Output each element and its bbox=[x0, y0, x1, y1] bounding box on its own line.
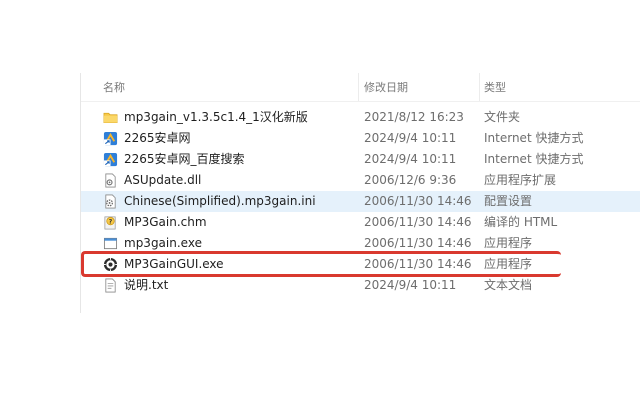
file-name: MP3GainGUI.exe bbox=[124, 257, 224, 271]
file-row[interactable]: mp3gain_v1.3.5c1.4_1汉化新版 2021/8/12 16:23 文… bbox=[81, 107, 640, 128]
folder-icon bbox=[103, 110, 118, 125]
column-divider[interactable] bbox=[479, 73, 480, 101]
mp3gain-app-icon bbox=[103, 257, 118, 272]
file-row[interactable]: ASUpdate.dll 2006/12/6 9:36 应用程序扩展 bbox=[81, 170, 640, 191]
file-name: mp3gain.exe bbox=[124, 236, 202, 250]
file-modified-date: 2006/11/30 14:46 bbox=[364, 236, 472, 250]
file-modified-date: 2021/8/12 16:23 bbox=[364, 110, 464, 124]
file-list: mp3gain_v1.3.5c1.4_1汉化新版 2021/8/12 16:23 文… bbox=[81, 107, 640, 296]
file-type: 应用程序 bbox=[484, 236, 533, 250]
file-name: Chinese(Simplified).mp3gain.ini bbox=[124, 194, 316, 208]
file-name: 2265安卓网_百度搜索 bbox=[124, 152, 245, 166]
chm-icon: ? bbox=[103, 215, 118, 230]
column-header-name[interactable]: 名称 bbox=[103, 81, 125, 95]
file-modified-date: 2006/12/6 9:36 bbox=[364, 173, 457, 187]
file-list-pane: 名称 修改日期 类型 mp3gain_v1.3.5c1.4_1汉化新版 2021/… bbox=[80, 73, 640, 313]
file-modified-date: 2024/9/4 10:11 bbox=[364, 152, 457, 166]
file-row[interactable]: 2265安卓网 2024/9/4 10:11 Internet 快捷方式 bbox=[81, 128, 640, 149]
text-file-icon bbox=[103, 278, 118, 293]
column-header-bar: 名称 修改日期 类型 bbox=[81, 73, 640, 102]
file-row[interactable]: ? MP3Gain.chm 2006/11/30 14:46 编译的 HTML bbox=[81, 212, 640, 233]
file-type: Internet 快捷方式 bbox=[484, 152, 584, 166]
exe-icon bbox=[103, 236, 118, 251]
file-modified-date: 2006/11/30 14:46 bbox=[364, 257, 472, 271]
file-name: ASUpdate.dll bbox=[124, 173, 202, 187]
file-type: 配置设置 bbox=[484, 194, 533, 208]
file-modified-date: 2006/11/30 14:46 bbox=[364, 215, 472, 229]
file-type: 文本文档 bbox=[484, 278, 533, 292]
file-explorer-window: 名称 修改日期 类型 mp3gain_v1.3.5c1.4_1汉化新版 2021/… bbox=[0, 0, 640, 400]
file-name: 2265安卓网 bbox=[124, 131, 191, 145]
column-header-type[interactable]: 类型 bbox=[484, 81, 506, 95]
internet-shortcut-icon bbox=[103, 152, 118, 167]
svg-text:?: ? bbox=[109, 218, 113, 225]
file-row[interactable]: 2265安卓网_百度搜索 2024/9/4 10:11 Internet 快捷方式 bbox=[81, 149, 640, 170]
dll-icon bbox=[103, 173, 118, 188]
file-type: 编译的 HTML bbox=[484, 215, 558, 229]
file-name: MP3Gain.chm bbox=[124, 215, 207, 229]
file-type: 文件夹 bbox=[484, 110, 521, 124]
internet-shortcut-icon bbox=[103, 131, 118, 146]
file-name: 说明.txt bbox=[124, 278, 169, 292]
file-row[interactable]: 说明.txt 2024/9/4 10:11 文本文档 bbox=[81, 275, 640, 296]
file-type: Internet 快捷方式 bbox=[484, 131, 584, 145]
file-row[interactable]: mp3gain.exe 2006/11/30 14:46 应用程序 bbox=[81, 233, 640, 254]
file-row[interactable]: Chinese(Simplified).mp3gain.ini 2006/11/3… bbox=[81, 191, 640, 212]
file-modified-date: 2024/9/4 10:11 bbox=[364, 278, 457, 292]
column-divider[interactable] bbox=[358, 73, 359, 101]
column-header-date[interactable]: 修改日期 bbox=[364, 81, 408, 95]
file-type: 应用程序扩展 bbox=[484, 173, 557, 187]
file-modified-date: 2006/11/30 14:46 bbox=[364, 194, 472, 208]
file-row[interactable]: MP3GainGUI.exe 2006/11/30 14:46 应用程序 bbox=[81, 254, 640, 275]
file-modified-date: 2024/9/4 10:11 bbox=[364, 131, 457, 145]
file-name: mp3gain_v1.3.5c1.4_1汉化新版 bbox=[124, 110, 308, 124]
file-type: 应用程序 bbox=[484, 257, 533, 271]
ini-icon bbox=[103, 194, 118, 209]
